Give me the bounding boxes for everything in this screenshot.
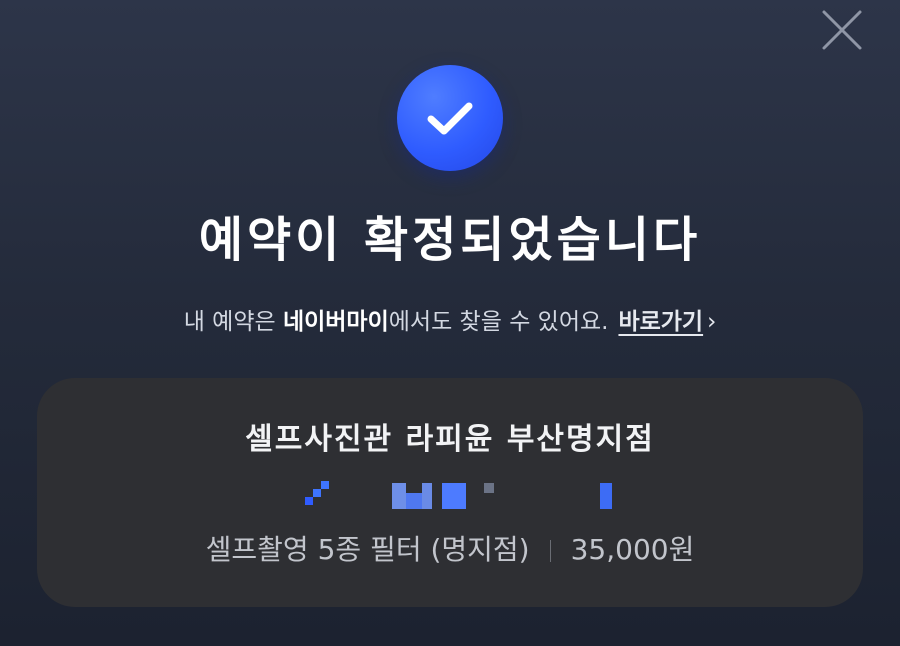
chevron-right-icon[interactable]: › <box>707 309 716 335</box>
check-circle-icon <box>397 65 503 171</box>
close-button[interactable] <box>820 8 864 52</box>
info-text: 내 예약은 네이버마이에서도 찾을 수 있어요. 바로가기 › <box>0 302 900 342</box>
info-text-prefix: 내 예약은 <box>183 309 283 335</box>
close-icon <box>822 10 862 50</box>
product-name: 셀프촬영 5종 필터 (명지점) <box>205 533 530 566</box>
booking-card: 셀프사진관 라피윤 부산명지점 셀프촬영 5종 필터 (명지점) 35,000원 <box>37 378 863 607</box>
info-text-suffix: 에서도 찾을 수 있어요. <box>388 309 609 335</box>
brand-name: 네이버마이 <box>282 309 389 335</box>
price: 35,000원 <box>570 533 695 566</box>
product-info: 셀프촬영 5종 필터 (명지점) 35,000원 <box>37 528 863 572</box>
go-link[interactable]: 바로가기 <box>618 309 703 335</box>
store-name: 셀프사진관 라피윤 부산명지점 <box>245 422 655 457</box>
redacted-datetime <box>37 481 863 511</box>
divider <box>549 540 551 562</box>
page-title: 예약이 확정되었습니다 <box>198 212 702 268</box>
